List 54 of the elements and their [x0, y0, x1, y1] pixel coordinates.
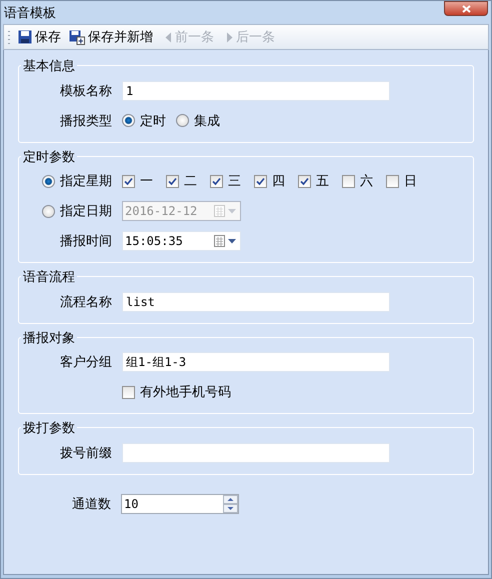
spin-arrows-icon[interactable] [223, 494, 238, 512]
field-label: 模板名称 [60, 82, 112, 100]
field-label: 通道数 [72, 494, 111, 513]
checkbox[interactable] [122, 174, 135, 188]
checkbox-label: 六 [360, 172, 373, 190]
field-label: 流程名称 [60, 292, 112, 311]
spinner-value: 10 [124, 496, 138, 512]
group-title: 播报对象 [22, 328, 76, 346]
field-label: 播报类型 [60, 112, 112, 130]
checkbox[interactable] [210, 174, 223, 188]
picker-value: 15:05:35 [125, 233, 183, 250]
field-label: 客户分组 [60, 353, 112, 372]
field-label: 拨号前缀 [60, 444, 112, 462]
input-field[interactable] [122, 442, 390, 462]
group-title: 拨打参数 [22, 419, 76, 437]
input-field[interactable]: 1 [122, 80, 390, 100]
window-title: 语音模板 [4, 4, 56, 22]
close-icon [462, 4, 470, 12]
floppy-disk-plus-icon [69, 30, 85, 44]
checkbox[interactable] [122, 386, 135, 398]
input-field[interactable]: 组1-组1-3 [122, 352, 390, 372]
field-label: 指定日期 [60, 202, 112, 220]
radio-button[interactable] [42, 174, 55, 188]
left-triangle-icon [165, 32, 172, 42]
radio-label: 集成 [194, 112, 220, 130]
radio-label: 定时 [140, 112, 166, 130]
radio-button[interactable] [176, 114, 189, 127]
input-field[interactable]: list [122, 292, 390, 312]
checkbox-label: 有外地手机号码 [140, 383, 231, 402]
checkbox[interactable] [254, 174, 267, 188]
group-title: 语音流程 [22, 268, 76, 286]
field-label: 播报时间 [60, 232, 112, 250]
group-title: 基本信息 [22, 57, 76, 75]
checkbox[interactable] [166, 174, 179, 188]
right-triangle-icon [226, 32, 233, 42]
field-label: 指定星期 [60, 172, 112, 190]
checkbox-label: 五 [316, 172, 329, 190]
radio-button[interactable] [122, 114, 135, 127]
checkbox-label: 日 [404, 172, 417, 190]
group-title: 定时参数 [22, 148, 76, 166]
picker-value: 2016-12-12 [125, 203, 198, 220]
checkbox[interactable] [386, 174, 399, 188]
calendar-dropdown-icon[interactable] [214, 235, 238, 247]
checkbox[interactable] [298, 174, 311, 188]
checkbox-label: 一 [140, 172, 153, 190]
toolbar-button[interactable]: 保存 [18, 27, 61, 47]
checkbox-label: 二 [184, 172, 197, 190]
toolbar-button[interactable]: 保存并新增 [69, 27, 153, 47]
close-button[interactable] [444, 1, 488, 16]
checkbox-label: 三 [228, 172, 241, 190]
checkbox-label: 四 [272, 172, 285, 190]
checkbox[interactable] [342, 174, 355, 188]
time-picker[interactable]: 15:05:35 [122, 231, 241, 251]
number-spinner[interactable]: 10 [121, 494, 239, 514]
